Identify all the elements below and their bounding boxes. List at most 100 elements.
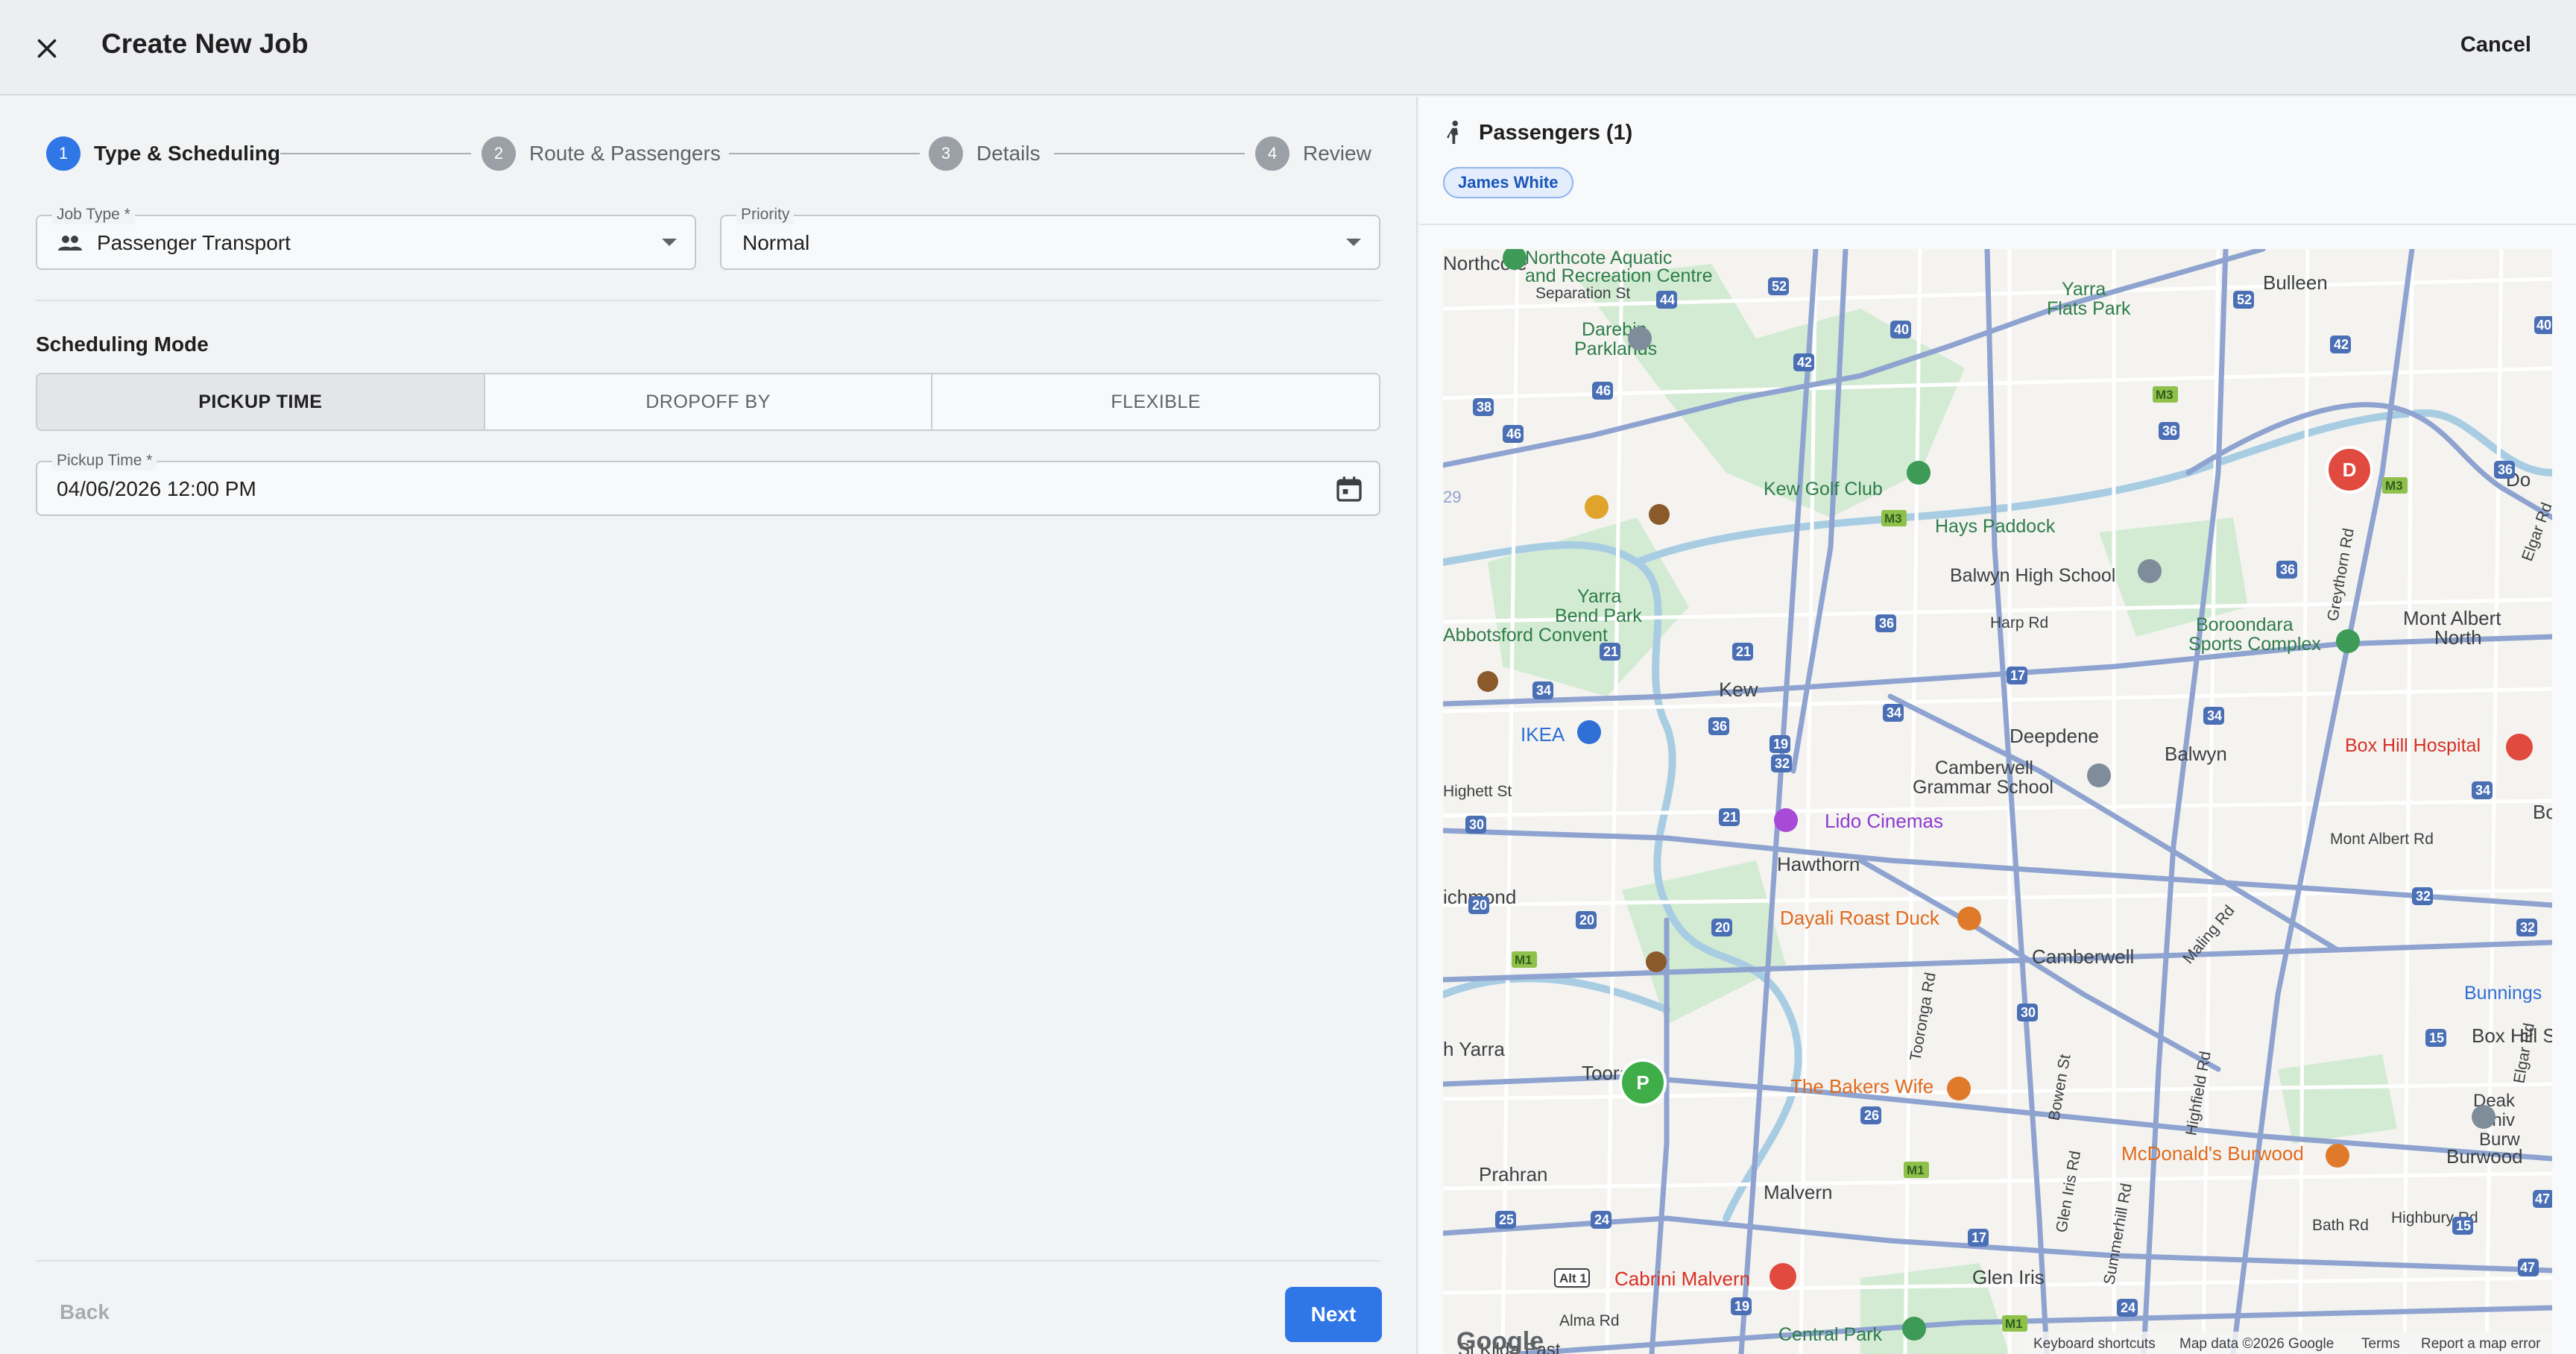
svg-text:40: 40	[1894, 322, 1909, 337]
job-type-label: Job Type *	[52, 205, 135, 224]
svg-text:North: North	[2434, 626, 2482, 649]
svg-text:15: 15	[2429, 1030, 2444, 1045]
svg-text:Separation St: Separation St	[1535, 285, 1630, 302]
svg-text:Bowen St: Bowen St	[2045, 1053, 2074, 1122]
step-label: Review	[1303, 142, 1371, 165]
svg-text:Mont Albert Rd: Mont Albert Rd	[2330, 831, 2434, 848]
svg-text:Kew: Kew	[1719, 678, 1758, 701]
chevron-down-icon	[662, 239, 677, 246]
svg-text:24: 24	[2121, 1300, 2135, 1315]
svg-text:34: 34	[2207, 708, 2222, 723]
step-review[interactable]: 4 Review	[1255, 131, 1371, 176]
svg-text:Bulleen: Bulleen	[2263, 271, 2328, 294]
dropoff-by-option[interactable]: DROPOFF BY	[485, 374, 933, 429]
job-type-value: Passenger Transport	[97, 231, 291, 254]
svg-text:17: 17	[1972, 1230, 1986, 1245]
svg-text:42: 42	[1797, 355, 1812, 370]
svg-text:34: 34	[1887, 705, 1901, 720]
stepper: 1 Type & Scheduling 2 Route & Passengers…	[46, 131, 1373, 176]
svg-text:Cabrini Malvern: Cabrini Malvern	[1614, 1268, 1750, 1290]
svg-text:47: 47	[2520, 1260, 2535, 1275]
svg-text:34: 34	[1536, 683, 1551, 698]
step-details[interactable]: 3 Details	[929, 131, 1041, 176]
svg-text:Bunnings: Bunnings	[2464, 983, 2542, 1004]
svg-text:Box Hill Hospital: Box Hill Hospital	[2345, 735, 2481, 756]
svg-text:34: 34	[2475, 783, 2490, 798]
svg-text:15: 15	[2456, 1218, 2471, 1233]
route-preview-panel: Passengers (1) James White Northcote Aqu…	[1419, 97, 2576, 1354]
svg-text:Bo: Bo	[2533, 801, 2552, 823]
svg-text:McDonald's Burwood: McDonald's Burwood	[2121, 1142, 2304, 1165]
step-type-scheduling[interactable]: 1 Type & Scheduling	[46, 131, 280, 176]
close-button[interactable]	[28, 30, 66, 67]
dropoff-marker[interactable]: D	[2326, 446, 2373, 494]
svg-text:Elgar Rd: Elgar Rd	[2519, 500, 2552, 564]
svg-text:Bend Park: Bend Park	[1555, 605, 1642, 626]
svg-text:h Yarra: h Yarra	[1443, 1038, 1505, 1060]
pickup-marker[interactable]: P	[1619, 1059, 1667, 1106]
svg-text:Camberwell: Camberwell	[1935, 758, 2033, 778]
svg-text:Glen Iris: Glen Iris	[1972, 1266, 2045, 1288]
svg-text:and Recreation Centre: and Recreation Centre	[1525, 265, 1713, 286]
svg-text:Sports Complex: Sports Complex	[2188, 634, 2321, 655]
step-number: 3	[929, 136, 963, 171]
svg-text:36: 36	[2498, 462, 2513, 477]
svg-text:Harp Rd: Harp Rd	[1990, 614, 2048, 632]
svg-text:Highfield Rd: Highfield Rd	[2182, 1050, 2214, 1137]
step-number: 4	[1255, 136, 1289, 171]
scheduling-mode-toggle: PICKUP TIME DROPOFF BY FLEXIBLE	[36, 373, 1380, 431]
svg-text:Grammar School: Grammar School	[1913, 777, 2053, 798]
svg-text:Highett St: Highett St	[1443, 783, 1512, 800]
svg-text:32: 32	[1775, 756, 1790, 771]
priority-select[interactable]: Priority Normal	[720, 205, 1380, 270]
svg-text:M1: M1	[1907, 1163, 1925, 1177]
flexible-option[interactable]: FLEXIBLE	[932, 374, 1379, 429]
svg-text:Summerhill Rd: Summerhill Rd	[2100, 1182, 2135, 1286]
pickup-time-field[interactable]: Pickup Time * 04/06/2026 12:00 PM	[36, 451, 1380, 516]
svg-text:24: 24	[1594, 1212, 1609, 1227]
priority-value: Normal	[742, 231, 810, 254]
back-button[interactable]: Back	[60, 1300, 110, 1324]
keyboard-shortcuts-link[interactable]: Keyboard shortcuts	[2033, 1336, 2156, 1352]
pickup-marker-label: P	[1636, 1071, 1649, 1094]
next-button[interactable]: Next	[1285, 1287, 1382, 1342]
svg-text:42: 42	[2334, 337, 2349, 352]
calendar-icon[interactable]	[1334, 474, 1364, 504]
step-number: 2	[482, 136, 516, 171]
step-connector	[1054, 153, 1245, 154]
svg-text:47: 47	[2535, 1191, 2550, 1206]
svg-text:Yarra: Yarra	[1577, 586, 1621, 607]
passenger-chip[interactable]: James White	[1443, 167, 1573, 198]
svg-text:Lido Cinemas: Lido Cinemas	[1825, 810, 1943, 832]
section-divider	[36, 300, 1380, 301]
svg-text:21: 21	[1723, 810, 1737, 825]
svg-text:52: 52	[2237, 292, 2252, 307]
terms-link[interactable]: Terms	[2361, 1336, 2400, 1352]
step-connector	[729, 153, 920, 154]
map-canvas[interactable]: Northcote Aquatic and Recreation Centre …	[1443, 249, 2552, 1354]
svg-text:Abbotsford Convent: Abbotsford Convent	[1443, 625, 1608, 646]
report-error-link[interactable]: Report a map error	[2421, 1336, 2541, 1352]
priority-label: Priority	[736, 205, 795, 224]
footer-divider	[36, 1260, 1380, 1262]
svg-text:21: 21	[1603, 644, 1618, 659]
svg-text:29: 29	[1443, 488, 1461, 506]
route-map[interactable]: Northcote Aquatic and Recreation Centre …	[1443, 249, 2552, 1354]
step-route-passengers[interactable]: 2 Route & Passengers	[482, 131, 721, 176]
svg-text:Kew Golf Club: Kew Golf Club	[1764, 479, 1883, 500]
svg-text:Balwyn: Balwyn	[2165, 743, 2227, 765]
job-form-panel: 1 Type & Scheduling 2 Route & Passengers…	[0, 97, 1418, 1354]
cancel-button[interactable]: Cancel	[2460, 33, 2531, 57]
svg-text:30: 30	[1469, 817, 1484, 832]
page-title: Create New Job	[101, 28, 309, 59]
svg-text:30: 30	[2021, 1005, 2036, 1020]
close-icon	[37, 39, 57, 58]
passenger-icon	[1447, 120, 1458, 144]
passengers-header: Passengers (1)	[1443, 119, 1632, 146]
pickup-time-option[interactable]: PICKUP TIME	[37, 374, 485, 429]
job-type-select[interactable]: Job Type * Passenger Transport	[36, 205, 696, 270]
svg-text:19: 19	[1734, 1299, 1749, 1314]
svg-text:Prahran: Prahran	[1479, 1163, 1548, 1185]
svg-text:M3: M3	[2385, 479, 2403, 493]
svg-text:Yarra: Yarra	[2062, 279, 2106, 300]
